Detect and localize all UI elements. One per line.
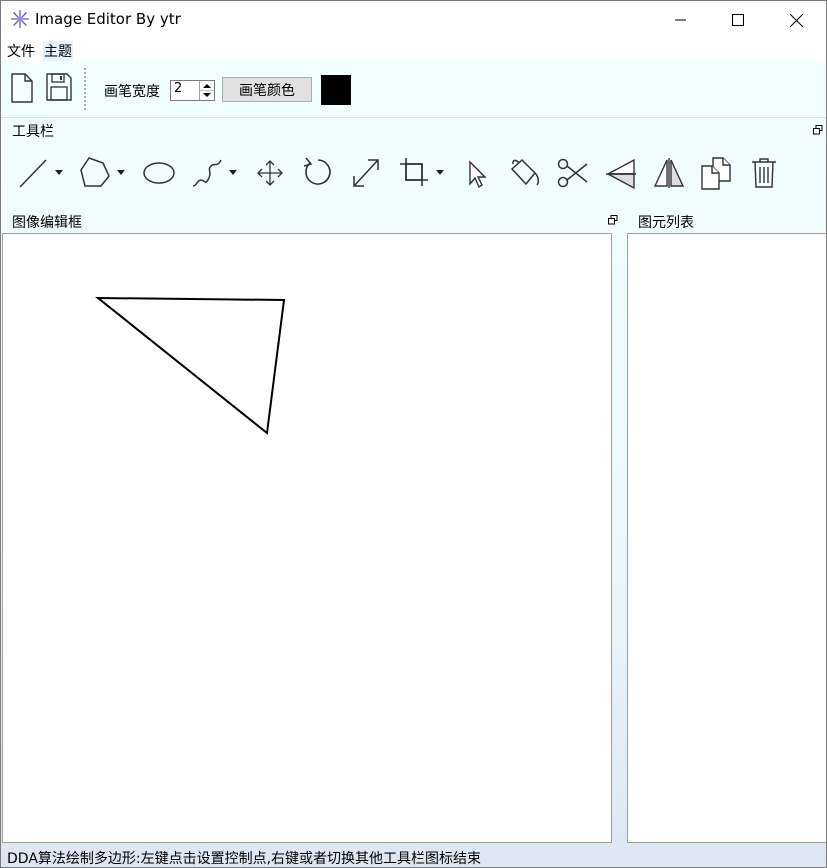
new-file-icon[interactable] bbox=[10, 73, 34, 103]
minimize-button[interactable] bbox=[652, 1, 710, 39]
pen-width-value[interactable]: 2 bbox=[174, 81, 182, 96]
maximize-button[interactable] bbox=[709, 1, 767, 39]
toolbox-title: 工具栏 bbox=[12, 124, 54, 140]
crop-tool-icon[interactable] bbox=[398, 156, 448, 190]
flip-horizontal-icon[interactable] bbox=[604, 156, 638, 190]
spin-buttons[interactable] bbox=[199, 81, 214, 100]
fill-bucket-icon[interactable] bbox=[508, 156, 542, 190]
close-icon bbox=[789, 13, 803, 27]
app-logo-icon bbox=[11, 10, 29, 28]
primitive-list-title: 图元列表 bbox=[638, 215, 694, 231]
editor-title: 图像编辑框 bbox=[12, 215, 82, 231]
window-title: Image Editor By ytr bbox=[35, 10, 181, 28]
scale-tool-icon[interactable] bbox=[350, 156, 382, 190]
curve-tool-icon[interactable] bbox=[191, 156, 241, 190]
app-window: Image Editor By ytr 文件 主题 画笔宽度 2 画笔颜色 工具… bbox=[0, 0, 827, 868]
pen-width-label: 画笔宽度 bbox=[104, 84, 160, 100]
pen-color-button[interactable]: 画笔颜色 bbox=[222, 77, 312, 102]
close-button[interactable] bbox=[767, 1, 825, 39]
menu-file[interactable]: 文件 bbox=[6, 41, 36, 61]
toolbox-float-icon[interactable] bbox=[813, 125, 823, 135]
toolbar-separator bbox=[84, 67, 86, 111]
drawing-canvas[interactable] bbox=[2, 233, 612, 843]
polygon-tool-icon[interactable] bbox=[79, 156, 129, 190]
toolbox bbox=[1, 142, 826, 208]
pen-toolbar: 画笔宽度 2 画笔颜色 bbox=[1, 61, 826, 118]
pen-width-spinbox[interactable]: 2 bbox=[170, 80, 215, 101]
editor-float-icon[interactable] bbox=[608, 215, 618, 225]
save-icon[interactable] bbox=[46, 73, 72, 101]
status-bar-text: DDA算法绘制多边形:左键点击设置控制点,右键或者切换其他工具栏图标结束 bbox=[7, 851, 482, 867]
menu-bar: 文件 主题 bbox=[1, 39, 826, 61]
select-pointer-icon[interactable] bbox=[464, 156, 490, 190]
maximize-icon bbox=[732, 14, 744, 26]
minimize-icon bbox=[675, 19, 686, 21]
trash-icon[interactable] bbox=[749, 156, 779, 190]
move-tool-icon[interactable] bbox=[255, 156, 285, 190]
title-bar[interactable]: Image Editor By ytr bbox=[1, 1, 826, 39]
ellipse-tool-icon[interactable] bbox=[142, 156, 176, 190]
copy-icon[interactable] bbox=[699, 156, 733, 190]
rotate-tool-icon[interactable] bbox=[301, 156, 335, 190]
spin-arrows-icon[interactable] bbox=[200, 81, 214, 100]
pen-color-swatch bbox=[321, 75, 351, 105]
line-tool-icon[interactable] bbox=[18, 156, 66, 190]
drawn-polygon[interactable] bbox=[3, 234, 611, 842]
scissors-icon[interactable] bbox=[556, 156, 590, 190]
menu-theme[interactable]: 主题 bbox=[43, 41, 73, 61]
primitive-list[interactable] bbox=[627, 233, 826, 843]
mirror-vertical-icon[interactable] bbox=[652, 156, 686, 190]
